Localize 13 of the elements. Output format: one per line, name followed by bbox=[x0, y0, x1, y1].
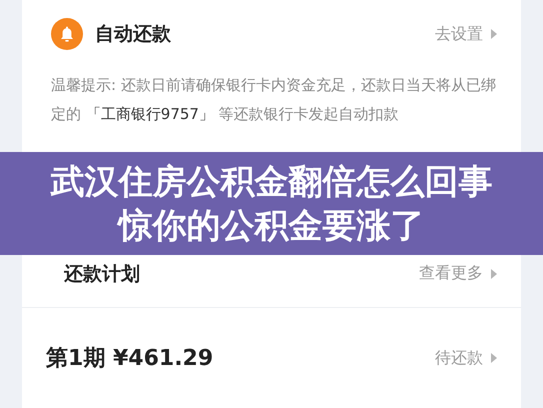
caret-icon bbox=[491, 29, 497, 39]
caret-icon bbox=[491, 353, 497, 363]
status-link[interactable]: 待还款 bbox=[435, 348, 483, 368]
section-title: 自动还款 bbox=[95, 22, 171, 47]
section-title: 还款计划 bbox=[64, 262, 140, 286]
headline: 惊你的公积金要涨了 bbox=[118, 204, 424, 246]
bell-icon bbox=[51, 18, 83, 50]
tip-text: 温馨提示: 还款日前请确保银行卡内资金充足，还款日当天将从已绑定的 「工商银行9757」 等还款银行卡发起自动扣款 bbox=[51, 75, 497, 125]
settings-link[interactable]: 去设置 bbox=[435, 24, 483, 44]
more-link[interactable]: 查看更多 bbox=[419, 263, 483, 284]
headline: 武汉住房公积金翻倍怎么回事 bbox=[50, 160, 492, 202]
caret-icon bbox=[491, 268, 497, 278]
installment-amount: 第1期 ¥461.29 bbox=[46, 345, 214, 373]
